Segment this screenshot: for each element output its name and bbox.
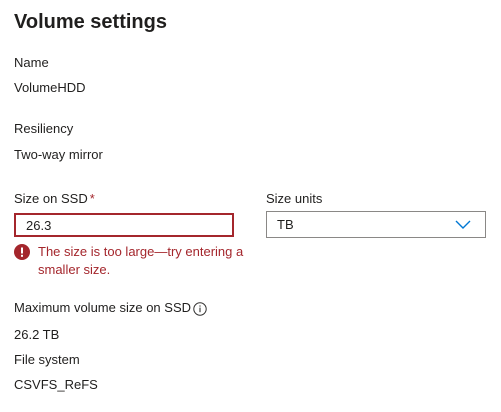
- size-units-dropdown[interactable]: TB: [266, 211, 486, 238]
- size-units-label: Size units: [266, 191, 323, 206]
- resiliency-value: Two-way mirror: [14, 147, 103, 162]
- name-value: VolumeHDD: [14, 80, 86, 95]
- name-label: Name: [14, 55, 49, 70]
- chevron-down-icon: [455, 220, 471, 229]
- max-volume-size-label: Maximum volume size on SSD: [14, 300, 191, 315]
- size-on-ssd-label-text: Size on SSD: [14, 191, 88, 206]
- size-units-selected: TB: [277, 217, 294, 232]
- max-volume-size-value: 26.2 TB: [14, 327, 60, 342]
- error-icon: [14, 244, 30, 260]
- file-system-value: CSVFS_ReFS: [14, 377, 98, 392]
- size-error-message: The size is too large—try entering a sma…: [38, 244, 244, 277]
- file-system-label: File system: [14, 352, 80, 367]
- size-on-ssd-input[interactable]: [14, 213, 234, 237]
- size-on-ssd-label: Size on SSD *: [14, 190, 95, 208]
- resiliency-label: Resiliency: [14, 121, 74, 136]
- info-icon[interactable]: [193, 302, 207, 316]
- page-title: Volume settings: [14, 11, 167, 33]
- required-marker: *: [89, 191, 95, 206]
